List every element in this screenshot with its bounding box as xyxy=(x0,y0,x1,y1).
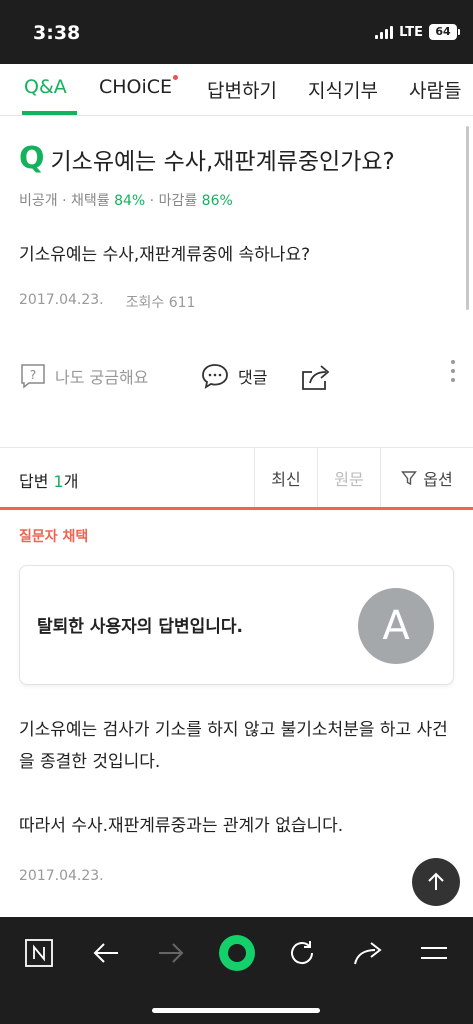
tab-answer[interactable]: 답변하기 xyxy=(207,76,277,103)
filter-icon xyxy=(401,470,418,485)
answer-count-suffix: 개 xyxy=(63,472,79,491)
answer-body: 기소유예는 검사가 기소를 하지 않고 불기소처분을 하고 사건을 종결한 것입… xyxy=(19,714,449,842)
comment-icon xyxy=(202,364,228,389)
share-arrow-icon xyxy=(354,942,382,965)
answer-author-card[interactable]: 탈퇴한 사용자의 답변입니다. A xyxy=(19,565,454,685)
avatar: A xyxy=(358,588,434,664)
scroll-top-button[interactable] xyxy=(412,858,460,906)
curious-button[interactable]: ? 나도 궁금해요 xyxy=(19,362,148,390)
meta-close-label: · 마감률 xyxy=(145,193,202,209)
answer-paragraph: 기소유예는 검사가 기소를 하지 않고 불기소처분을 하고 사건을 종결한 것입… xyxy=(19,720,448,772)
home-indicator xyxy=(152,1008,320,1013)
tab-choice[interactable]: CHOiCE xyxy=(99,75,179,98)
question-views: 조회수 611 xyxy=(125,295,196,311)
category-tabs: Q&A CHOiCE 답변하기 지식기부 사람들 xyxy=(0,64,473,116)
chosen-by-asker-label: 질문자 채택 xyxy=(19,529,89,545)
question-body: 기소유예는 수사,재판계류중에 속하나요? xyxy=(19,245,311,265)
answer-author: 탈퇴한 사용자의 답변입니다. xyxy=(37,617,243,637)
more-icon[interactable] xyxy=(451,360,455,382)
status-time: 3:38 xyxy=(33,22,81,44)
comment-button[interactable]: 댓글 xyxy=(200,362,267,390)
filter-label: 옵션 xyxy=(423,469,453,489)
tab-active-indicator xyxy=(22,111,77,115)
back-icon xyxy=(93,943,118,963)
question-box-icon: ? xyxy=(21,364,45,389)
share-button[interactable] xyxy=(300,362,332,392)
forward-icon xyxy=(159,943,184,963)
reload-icon xyxy=(291,941,314,965)
answer-paragraph: 따라서 수사.재판계류중과는 관계가 없습니다. xyxy=(19,816,344,836)
comment-label: 댓글 xyxy=(238,368,268,387)
tab-people[interactable]: 사람들 xyxy=(409,76,461,103)
sort-original-button[interactable]: 원문 xyxy=(317,448,380,507)
menu-button[interactable] xyxy=(412,931,456,975)
status-indicators: LTE 64 xyxy=(375,24,460,40)
question-title-text: 기소유예는 수사,재판계류중인가요? xyxy=(50,149,395,175)
share-icon xyxy=(302,365,330,390)
answer-count-prefix: 답변 xyxy=(19,472,54,491)
menu-icon xyxy=(421,947,447,959)
browser-toolbar xyxy=(0,917,473,1024)
green-dot-button[interactable] xyxy=(215,931,259,975)
new-dot-icon xyxy=(173,75,179,80)
filter-button[interactable]: 옵션 xyxy=(380,448,473,507)
answer-date: 2017.04.23. xyxy=(19,868,104,884)
adoption-rate: 84% xyxy=(114,193,146,209)
status-bar: 3:38 LTE 64 xyxy=(0,0,473,64)
naver-n-icon xyxy=(25,939,53,967)
question-date: 2017.04.23. xyxy=(19,292,104,308)
back-button[interactable] xyxy=(84,931,128,975)
answers-header: 답변 1개 최신 원문 옵션 xyxy=(0,448,473,510)
answer-count-number: 1 xyxy=(53,472,64,491)
reload-button[interactable] xyxy=(280,931,324,975)
naver-home-button[interactable] xyxy=(17,931,61,975)
green-dot-icon xyxy=(219,935,255,971)
network-type: LTE xyxy=(399,24,423,40)
tab-knowledge-donation[interactable]: 지식기부 xyxy=(308,76,378,103)
meta-private-label: 비공개 · 채택률 xyxy=(19,193,115,209)
question-mark-icon: Q xyxy=(19,141,45,176)
curious-label: 나도 궁금해요 xyxy=(55,368,149,387)
tab-choice-label: CHOiCE xyxy=(99,76,173,98)
question-actions: ? 나도 궁금해요 댓글 xyxy=(0,356,473,396)
answer-count: 답변 1개 xyxy=(19,468,78,492)
scrollbar[interactable] xyxy=(466,126,469,310)
share-page-button[interactable] xyxy=(346,931,390,975)
signal-icon xyxy=(375,25,394,39)
question-info: 2017.04.23. 조회수 611 xyxy=(19,292,195,312)
question-title: Q 기소유예는 수사,재판계류중인가요? xyxy=(19,142,395,176)
close-rate: 86% xyxy=(201,193,233,209)
question-meta: 비공개 · 채택률 84% · 마감률 86% xyxy=(19,190,233,210)
battery-icon: 64 xyxy=(429,24,460,40)
forward-button[interactable] xyxy=(149,931,193,975)
arrow-up-icon xyxy=(428,872,444,890)
sort-latest-button[interactable]: 최신 xyxy=(254,448,317,507)
svg-text:?: ? xyxy=(30,368,36,382)
tab-qna[interactable]: Q&A xyxy=(24,76,67,98)
